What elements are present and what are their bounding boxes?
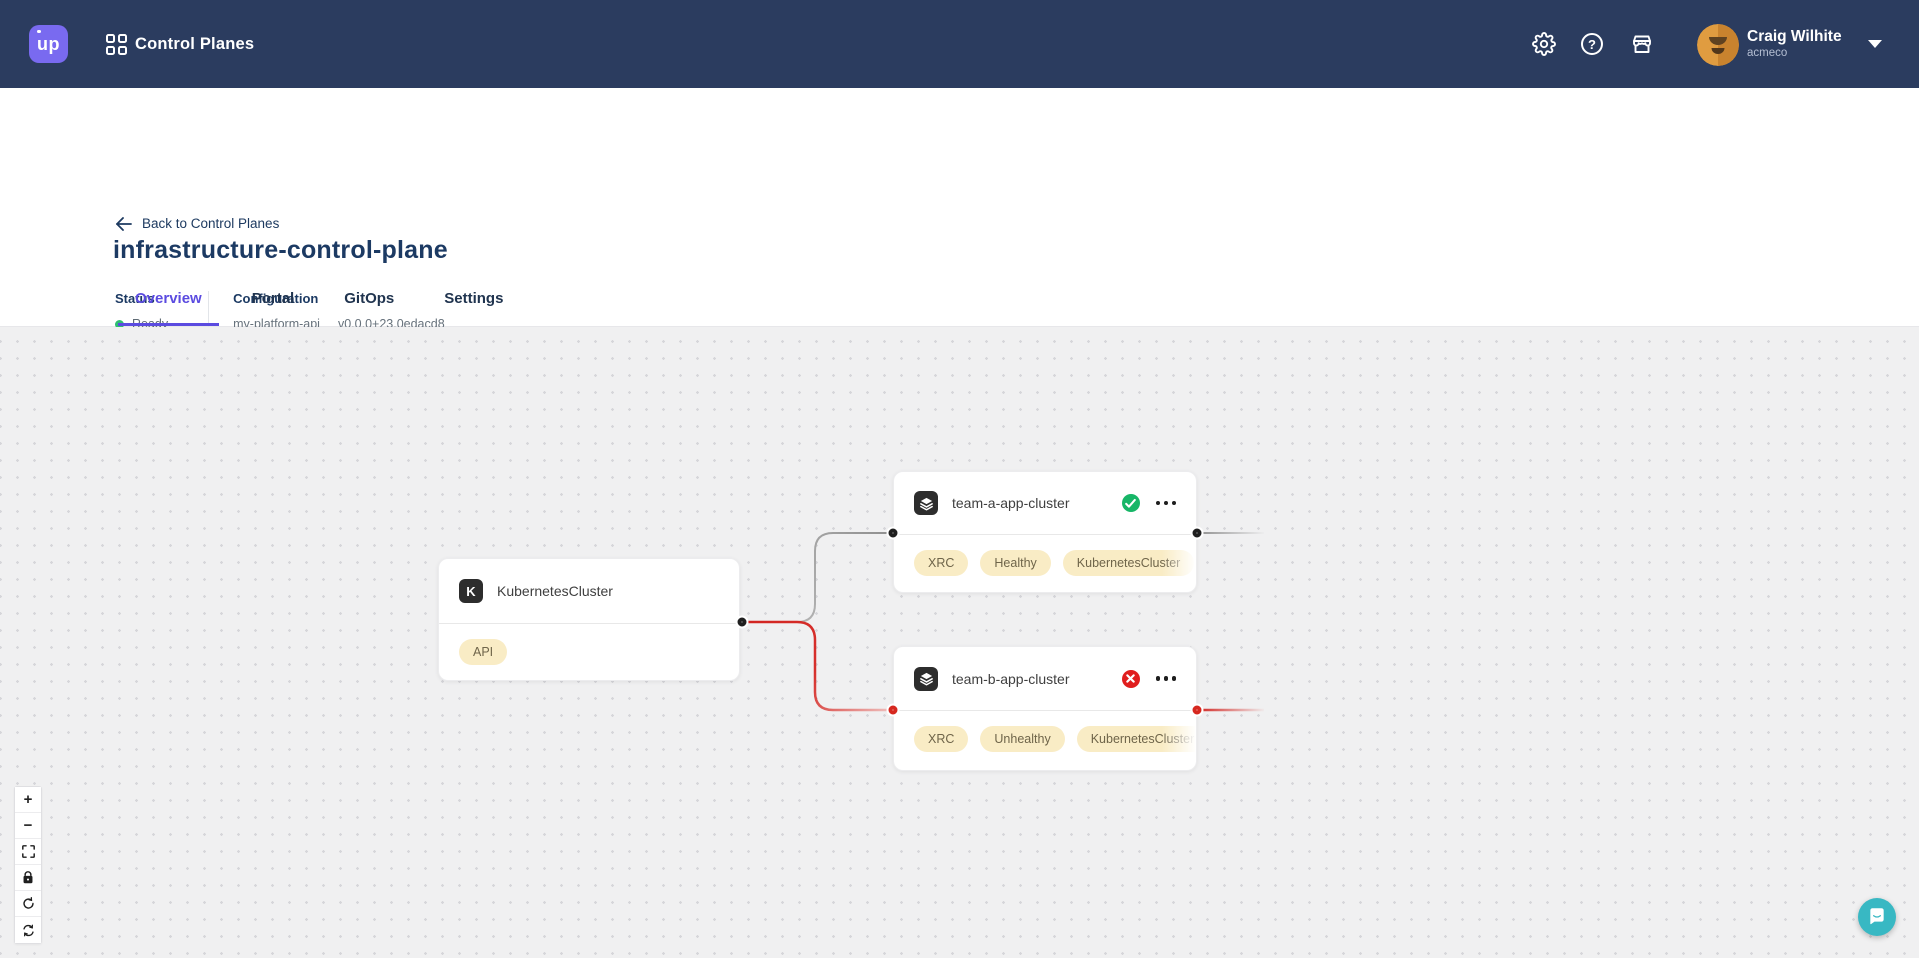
sync-icon <box>22 924 35 937</box>
node-menu-ellipsis[interactable] <box>1156 672 1177 685</box>
handle-team-b-out[interactable] <box>1193 706 1202 715</box>
handle-team-a-in[interactable] <box>889 529 898 538</box>
node-title: team-b-app-cluster <box>952 671 1070 687</box>
page-header: Back to Control Planes infrastructure-co… <box>0 88 1919 327</box>
node-kubernetescluster[interactable]: K KubernetesCluster API <box>438 558 740 681</box>
layers-icon <box>914 491 938 515</box>
upbound-logo-text: up <box>37 34 60 55</box>
back-link-label: Back to Control Planes <box>142 216 279 231</box>
minus-icon: − <box>24 817 33 834</box>
fit-view-icon <box>22 845 35 858</box>
chat-bubble-icon <box>1867 907 1887 927</box>
plus-icon: + <box>24 791 33 808</box>
tab-overview[interactable]: Overview <box>118 270 219 326</box>
node-title: KubernetesCluster <box>497 583 613 599</box>
handle-team-b-in[interactable] <box>889 706 898 715</box>
layers-icon <box>914 667 938 691</box>
app-title: Control Planes <box>135 0 254 88</box>
help-icon[interactable]: ? <box>1579 31 1605 57</box>
sync-button[interactable] <box>15 917 41 943</box>
badge-healthy: Healthy <box>980 550 1050 576</box>
badge-xrc: XRC <box>914 550 968 576</box>
zoom-out-button[interactable]: − <box>15 813 41 839</box>
settings-gear-icon[interactable] <box>1531 31 1557 57</box>
badge-unhealthy: Unhealthy <box>980 726 1064 752</box>
badge-api: API <box>459 639 507 665</box>
back-to-control-planes-link[interactable]: Back to Control Planes <box>115 216 279 231</box>
zoom-in-button[interactable]: + <box>15 787 41 813</box>
tab-bar: Overview Portal GitOps Settings <box>118 270 520 326</box>
topology-canvas[interactable]: K KubernetesCluster API team-a-app-clust… <box>0 327 1919 958</box>
lock-button[interactable] <box>15 865 41 891</box>
user-avatar[interactable] <box>1697 24 1739 66</box>
user-org: acmeco <box>1747 46 1842 60</box>
fit-view-button[interactable] <box>15 839 41 865</box>
top-navigation-bar: up Control Planes ? Craig Wilhite acmeco <box>0 0 1919 88</box>
badge-kubernetescluster: KubernetesCluster <box>1077 726 1196 752</box>
lock-icon <box>22 871 34 884</box>
node-title: team-a-app-cluster <box>952 495 1070 511</box>
node-team-a-app-cluster[interactable]: team-a-app-cluster XRC Healthy Kubernete… <box>893 471 1197 593</box>
marketplace-icon[interactable] <box>1629 31 1655 57</box>
badge-xrc: XRC <box>914 726 968 752</box>
tab-gitops[interactable]: GitOps <box>327 270 411 326</box>
node-menu-ellipsis[interactable] <box>1156 497 1177 510</box>
user-menu-caret-icon[interactable] <box>1868 40 1882 48</box>
user-name: Craig Wilhite <box>1747 27 1842 46</box>
apps-grid-icon <box>106 34 127 55</box>
back-arrow-icon <box>115 217 132 231</box>
handle-team-a-out[interactable] <box>1193 529 1202 538</box>
healthy-check-icon <box>1122 494 1140 512</box>
unhealthy-x-icon <box>1122 670 1140 688</box>
rotate-button[interactable] <box>15 891 41 917</box>
edge-lines <box>0 327 1919 958</box>
rotate-icon <box>22 897 35 910</box>
page-title: infrastructure-control-plane <box>113 236 448 265</box>
handle-kubernetescluster-out[interactable] <box>738 618 747 627</box>
canvas-controls: + − <box>14 786 42 944</box>
user-menu[interactable]: Craig Wilhite acmeco <box>1747 27 1842 60</box>
tab-settings[interactable]: Settings <box>427 270 520 326</box>
badge-kubernetescluster: KubernetesCluster <box>1063 550 1195 576</box>
node-team-b-app-cluster[interactable]: team-b-app-cluster XRC Unhealthy Kuberne… <box>893 646 1197 771</box>
upbound-logo[interactable]: up <box>29 25 68 63</box>
chat-launcher-button[interactable] <box>1858 898 1896 936</box>
kubernetes-k-icon: K <box>459 579 483 603</box>
tab-portal[interactable]: Portal <box>235 270 312 326</box>
